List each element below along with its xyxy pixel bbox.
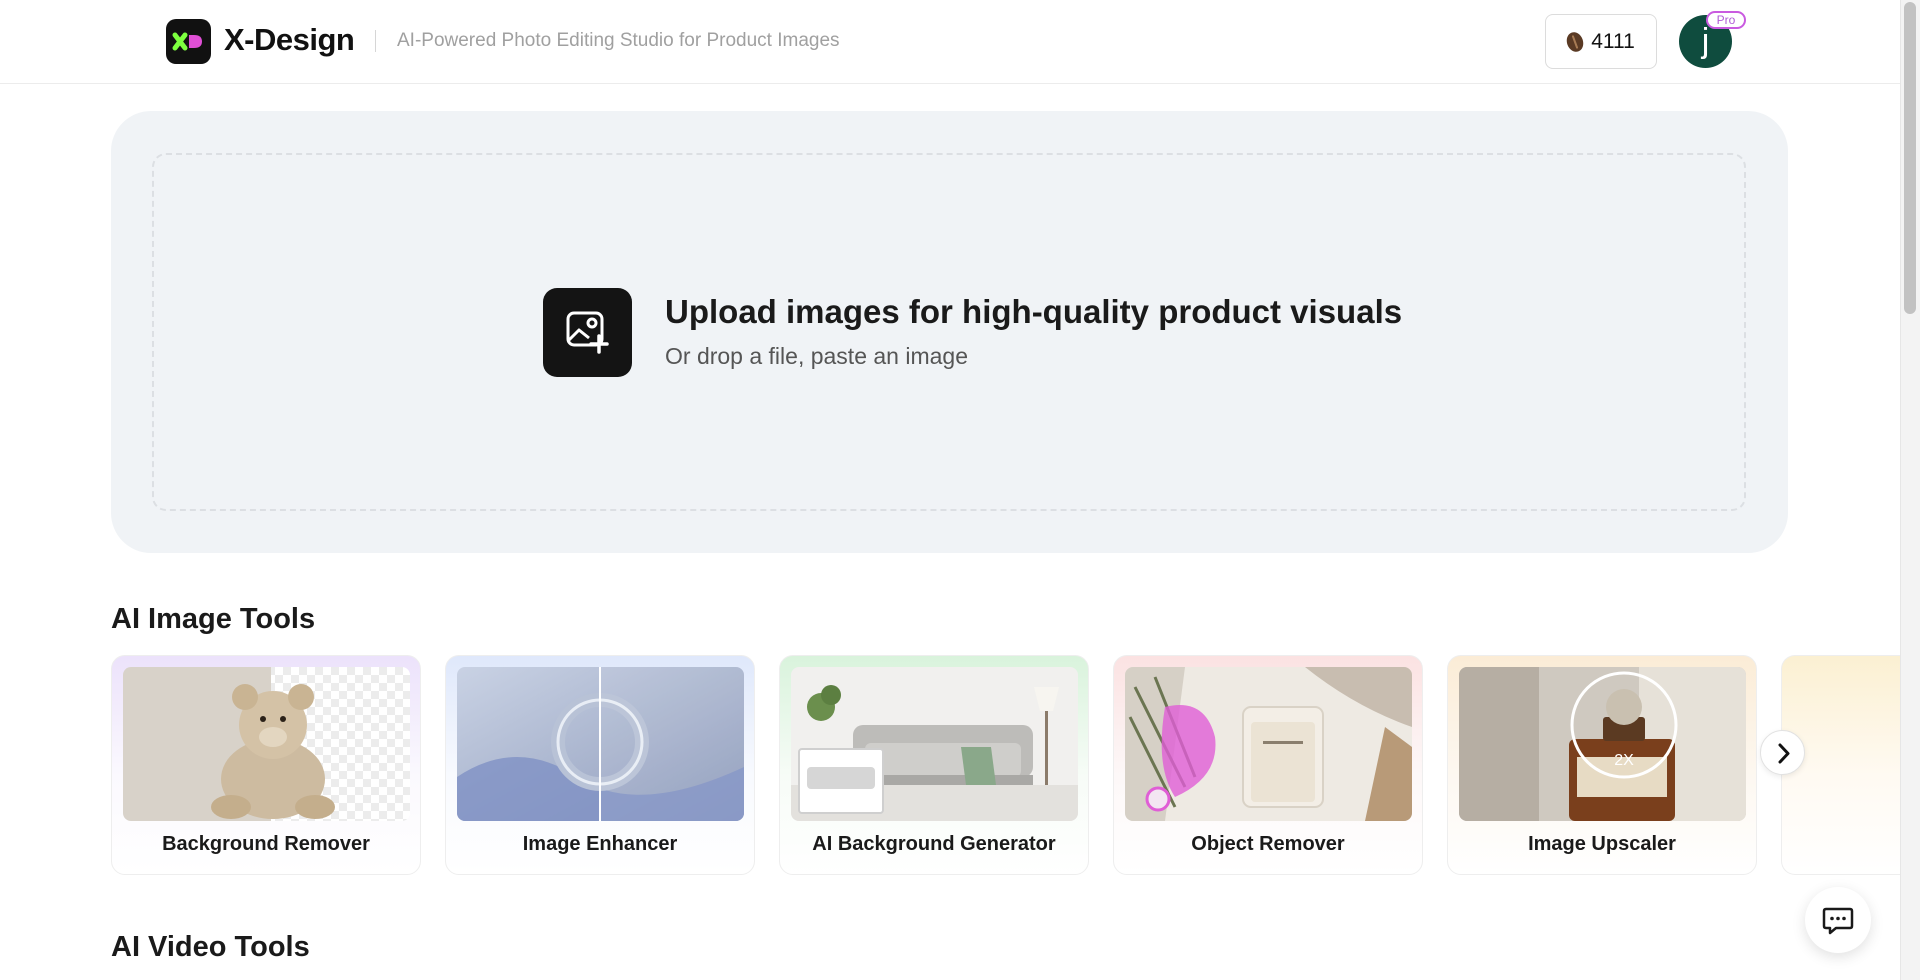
scrollbar-thumb[interactable] <box>1904 2 1916 314</box>
upload-subtitle: Or drop a file, paste an image <box>665 343 968 369</box>
tool-card-ai-background-generator[interactable]: AI Background Generator <box>779 655 1089 875</box>
credits-button[interactable]: 4111 <box>1545 14 1657 69</box>
tool-card-object-remover[interactable]: Object Remover <box>1113 655 1423 875</box>
tool-label: Image Enhancer <box>522 833 678 855</box>
tool-card-image-upscaler[interactable]: 2X Image Upscaler <box>1447 655 1757 875</box>
section-title-image-tools: AI Image Tools <box>111 603 316 635</box>
tool-thumbnail: 2X <box>1459 667 1746 821</box>
pro-badge: Pro <box>1706 11 1746 29</box>
upload-title: Upload images for high-quality product v… <box>665 293 1403 330</box>
tagline: AI-Powered Photo Editing Studio for Prod… <box>397 30 840 51</box>
brand-name[interactable]: X-Design <box>224 22 355 58</box>
credits-count: 4111 <box>1591 29 1635 53</box>
xd-logo-icon[interactable] <box>166 19 211 64</box>
tool-card-image-enhancer[interactable]: Image Enhancer <box>445 655 755 875</box>
tool-thumbnail <box>123 667 410 821</box>
chat-button[interactable] <box>1805 887 1871 953</box>
tool-thumbnail <box>457 667 744 821</box>
tool-label: Object Remover <box>1191 833 1345 855</box>
chevron-right-icon <box>1778 743 1790 764</box>
top-header: X-Design AI-Powered Photo Editing Studio… <box>0 0 1900 84</box>
header-divider <box>375 30 376 52</box>
image-add-icon[interactable] <box>543 288 632 377</box>
tool-thumbnail <box>1125 667 1412 821</box>
chat-icon <box>1822 907 1854 935</box>
section-title-video-tools: AI Video Tools <box>111 931 310 963</box>
tool-card-background-remover[interactable]: Background Remover <box>111 655 421 875</box>
tool-label: AI Background Generator <box>812 833 1056 855</box>
upscale-badge: 2X <box>1614 752 1634 769</box>
upload-dropzone[interactable] <box>152 153 1746 511</box>
tool-label: Image Upscaler <box>1528 833 1676 855</box>
coffee-bean-icon <box>1564 29 1587 54</box>
carousel-next-button[interactable] <box>1760 730 1805 775</box>
tool-label: Background Remover <box>162 833 370 855</box>
tool-thumbnail <box>791 667 1078 821</box>
